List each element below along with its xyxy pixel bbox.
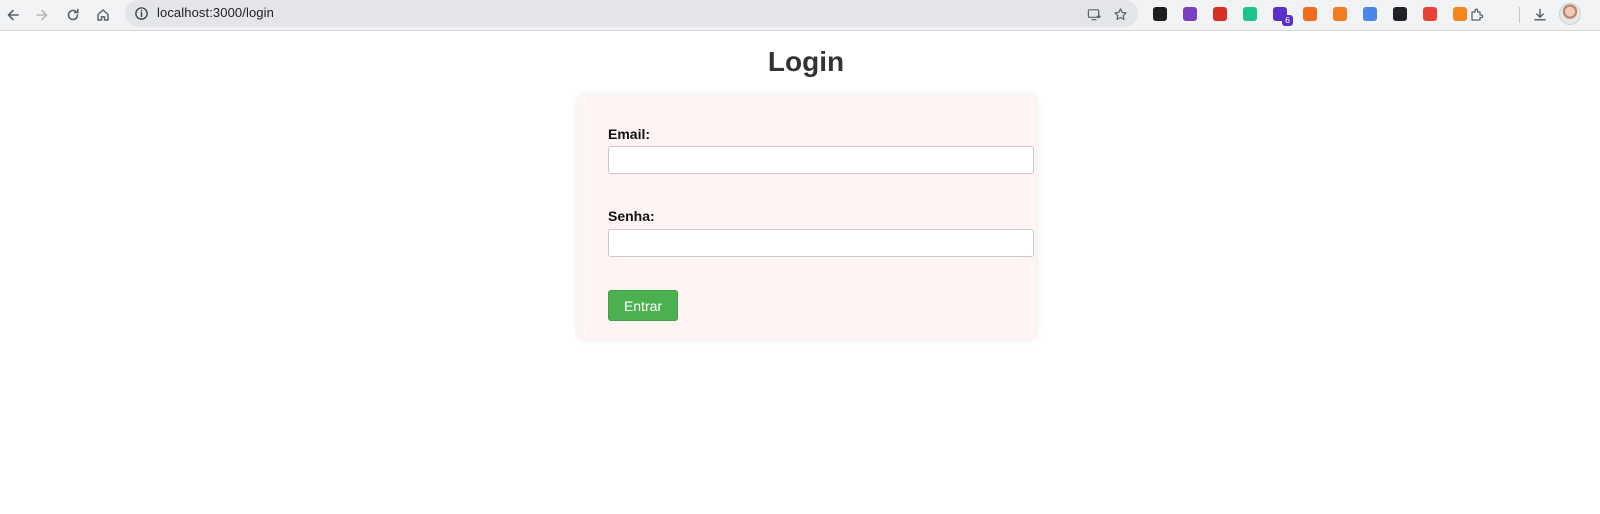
login-form: Email: Senha: Entrar (578, 95, 1036, 339)
password-input[interactable] (608, 229, 1034, 257)
color-wheel-extension-icon[interactable] (1180, 4, 1200, 24)
eyedropper-extension-icon[interactable] (1150, 4, 1170, 24)
fox-extension-icon[interactable] (1330, 4, 1350, 24)
fx-extension-icon[interactable] (1390, 4, 1410, 24)
browser-toolbar: localhost:3000/login 6 (0, 0, 1600, 31)
login-submit-button[interactable]: Entrar (608, 290, 678, 321)
bird-extension-icon[interactable] (1240, 4, 1260, 24)
extensions-puzzle-icon[interactable] (1464, 2, 1490, 28)
site-info-icon[interactable] (129, 2, 153, 25)
password-label: Senha: (608, 208, 655, 224)
toolbar-divider (1519, 7, 1520, 23)
home-icon[interactable] (90, 2, 116, 28)
download-icon[interactable] (1527, 2, 1553, 28)
bookmark-star-icon[interactable] (1109, 3, 1131, 25)
bolt-extension-icon[interactable] (1300, 4, 1320, 24)
install-app-icon[interactable] (1083, 3, 1105, 25)
screenshot-extension-icon[interactable] (1210, 4, 1230, 24)
reload-icon[interactable] (60, 2, 86, 28)
profile-avatar[interactable] (1559, 3, 1581, 25)
forward-arrow-icon[interactable] (29, 2, 55, 28)
clipboard-extension-icon[interactable] (1360, 4, 1380, 24)
page-title: Login (767, 46, 845, 77)
email-label: Email: (608, 126, 651, 142)
extension-badge: 6 (1282, 15, 1293, 26)
address-bar[interactable]: localhost:3000/login (125, 0, 1138, 27)
back-arrow-icon[interactable] (0, 2, 26, 28)
graduation-extension-icon[interactable]: 6 (1270, 4, 1293, 26)
chrome-extension-icon[interactable] (1420, 4, 1440, 24)
url-text[interactable]: localhost:3000/login (157, 5, 274, 20)
email-input[interactable] (608, 146, 1034, 174)
